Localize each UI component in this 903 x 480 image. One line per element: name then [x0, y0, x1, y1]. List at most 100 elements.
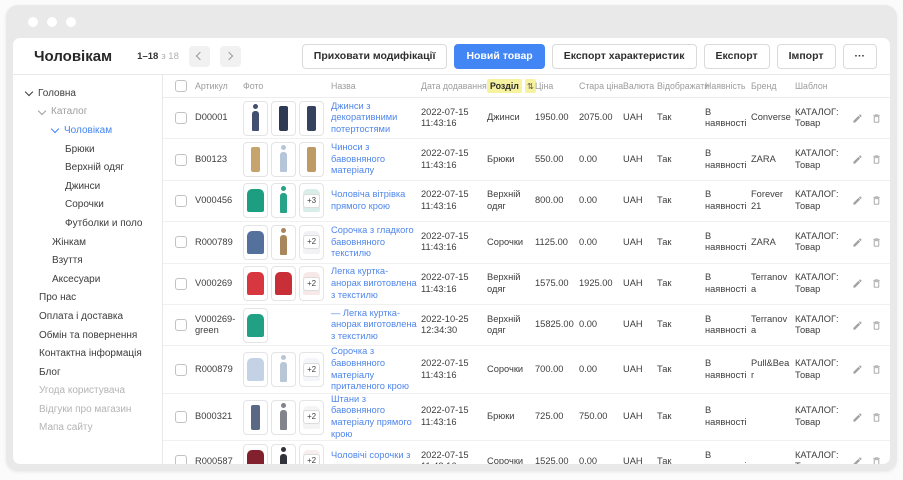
sidebar-item-men[interactable]: Чоловікам	[13, 121, 162, 140]
sidebar-item-contact-info[interactable]: Контактна інформація	[13, 344, 162, 363]
delete-icon[interactable]	[871, 364, 882, 375]
column-header-brand[interactable]: Бренд	[751, 81, 791, 91]
import-button[interactable]: Імпорт	[777, 44, 836, 69]
column-header-availability[interactable]: Наявність	[705, 81, 747, 91]
row-checkbox[interactable]	[175, 411, 187, 423]
sidebar-item-shoes[interactable]: Взуття	[13, 251, 162, 270]
row-checkbox[interactable]	[175, 319, 187, 331]
product-photo[interactable]	[271, 266, 296, 301]
sidebar-item-trousers[interactable]: Брюки	[13, 140, 162, 159]
sidebar-item-blog[interactable]: Блог	[13, 363, 162, 382]
row-checkbox[interactable]	[175, 195, 187, 207]
product-name-link[interactable]: — Легка куртка-анорак виготовлена з текс…	[331, 308, 417, 341]
more-photos-tile[interactable]: +2	[299, 400, 324, 435]
product-photo[interactable]	[271, 444, 296, 464]
row-checkbox[interactable]	[175, 278, 187, 290]
export-button[interactable]: Експорт	[704, 44, 770, 69]
edit-icon[interactable]	[852, 364, 863, 375]
product-photo[interactable]	[243, 266, 268, 301]
product-name-link[interactable]: Чоловіча вітрівка прямого крою	[331, 189, 405, 211]
edit-icon[interactable]	[852, 278, 863, 289]
product-photo[interactable]	[271, 142, 296, 177]
edit-icon[interactable]	[852, 320, 863, 331]
row-checkbox[interactable]	[175, 112, 187, 124]
column-header-sku[interactable]: Артикул	[195, 81, 239, 91]
product-photo[interactable]	[243, 400, 268, 435]
sidebar-item-shirts[interactable]: Сорочки	[13, 196, 162, 215]
more-actions-button[interactable]: ···	[843, 44, 878, 69]
product-name-link[interactable]: Легка куртка-анорак виготовлена з тексти…	[331, 266, 417, 299]
row-checkbox[interactable]	[175, 455, 187, 464]
more-photos-tile[interactable]: +2	[299, 266, 324, 301]
new-product-button[interactable]: Новий товар	[454, 44, 544, 69]
product-photo[interactable]	[243, 352, 268, 387]
product-photo[interactable]	[271, 101, 296, 136]
row-checkbox[interactable]	[175, 236, 187, 248]
product-photo[interactable]	[243, 101, 268, 136]
sidebar-item-user-agreement[interactable]: Угода користувача	[13, 382, 162, 401]
delete-icon[interactable]	[871, 154, 882, 165]
product-photo[interactable]	[243, 225, 268, 260]
sidebar-item-payment-delivery[interactable]: Оплата і доставка	[13, 307, 162, 326]
product-photo[interactable]	[299, 101, 324, 136]
sidebar-item-catalog[interactable]: Каталог	[13, 103, 162, 122]
product-name-link[interactable]: Штани з бавовняного матеріалу прямого кр…	[331, 394, 412, 439]
sidebar-item-about[interactable]: Про нас	[13, 289, 162, 308]
more-photos-tile[interactable]: +2	[299, 444, 324, 464]
delete-icon[interactable]	[871, 113, 882, 124]
select-all-checkbox[interactable]	[175, 80, 187, 92]
product-name-link[interactable]: Сорочка з гладкого бавовняного текстилю	[331, 225, 414, 258]
column-header-photo[interactable]: Фото	[243, 81, 327, 91]
product-name-link[interactable]: Чоловічі сорочки з легкого текстилю	[331, 450, 410, 464]
more-photos-tile[interactable]: +2	[299, 225, 324, 260]
pagination-prev-button[interactable]	[189, 46, 210, 67]
sidebar-item-outerwear[interactable]: Верхній одяг	[13, 158, 162, 177]
column-header-section[interactable]: Розділ⇅	[487, 79, 531, 93]
hide-modifications-button[interactable]: Приховати модифікації	[302, 44, 448, 69]
product-photo[interactable]	[243, 183, 268, 218]
sidebar-item-jeans[interactable]: Джинси	[13, 177, 162, 196]
pagination-next-button[interactable]	[220, 46, 241, 67]
column-header-template[interactable]: Шаблон	[795, 81, 847, 91]
edit-icon[interactable]	[852, 237, 863, 248]
sidebar-item-home[interactable]: Головна	[13, 84, 162, 103]
delete-icon[interactable]	[871, 412, 882, 423]
edit-icon[interactable]	[852, 113, 863, 124]
column-header-date-added[interactable]: Дата додавання	[421, 81, 483, 91]
product-photo[interactable]	[271, 225, 296, 260]
sidebar-item-sitemap[interactable]: Мапа сайту	[13, 419, 162, 438]
delete-icon[interactable]	[871, 456, 882, 464]
sidebar-item-women[interactable]: Жінкам	[13, 233, 162, 252]
more-photos-tile[interactable]: +2	[299, 352, 324, 387]
more-photos-tile[interactable]: +3	[299, 183, 324, 218]
product-photo[interactable]	[243, 308, 268, 343]
export-characteristics-button[interactable]: Експорт характеристик	[552, 44, 697, 69]
product-name-link[interactable]: Сорочка з бавовняного матеріалу притален…	[331, 346, 409, 391]
edit-icon[interactable]	[852, 456, 863, 464]
column-header-display[interactable]: Відображати	[657, 81, 701, 91]
column-header-old-price[interactable]: Стара ціна	[579, 81, 619, 91]
row-checkbox[interactable]	[175, 154, 187, 166]
product-photo[interactable]	[243, 444, 268, 464]
column-header-currency[interactable]: Валюта	[623, 81, 653, 91]
edit-icon[interactable]	[852, 154, 863, 165]
sidebar-item-accessories[interactable]: Аксесуари	[13, 270, 162, 289]
product-photo[interactable]	[243, 142, 268, 177]
column-header-price[interactable]: Ціна	[535, 81, 575, 91]
delete-icon[interactable]	[871, 320, 882, 331]
sidebar-item-store-reviews[interactable]: Відгуки про магазин	[13, 400, 162, 419]
product-photo[interactable]	[271, 352, 296, 387]
sidebar-item-tshirts-polo[interactable]: Футболки и поло	[13, 214, 162, 233]
row-checkbox[interactable]	[175, 364, 187, 376]
product-name-link[interactable]: Чиноси з бавовняного матеріалу	[331, 142, 385, 175]
sidebar-item-exchange-returns[interactable]: Обмін та повернення	[13, 326, 162, 345]
product-photo[interactable]	[299, 142, 324, 177]
product-photo[interactable]	[271, 400, 296, 435]
product-photo[interactable]	[271, 183, 296, 218]
edit-icon[interactable]	[852, 412, 863, 423]
delete-icon[interactable]	[871, 195, 882, 206]
delete-icon[interactable]	[871, 278, 882, 289]
column-header-name[interactable]: Назва	[331, 81, 417, 91]
delete-icon[interactable]	[871, 237, 882, 248]
edit-icon[interactable]	[852, 195, 863, 206]
